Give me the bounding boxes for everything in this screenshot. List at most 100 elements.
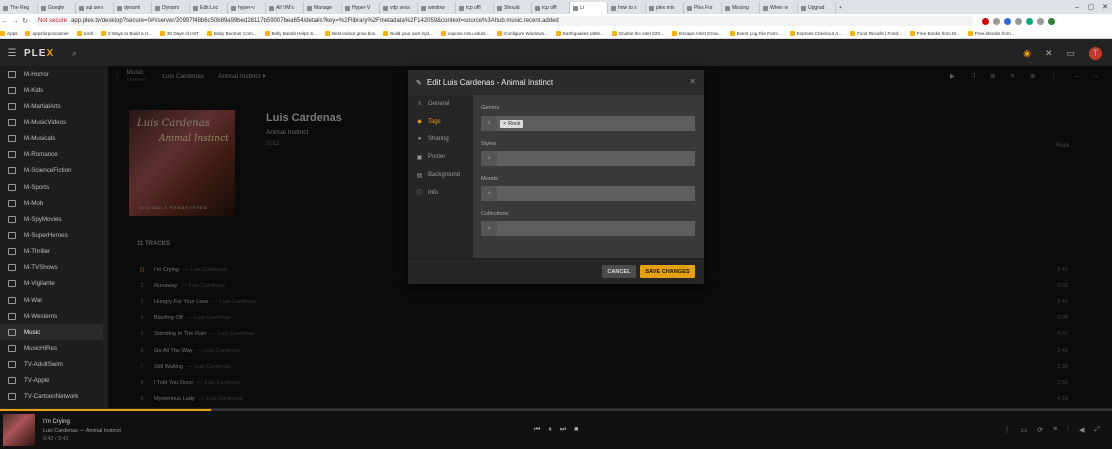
styles-field[interactable]: 🔒︎: [481, 151, 695, 166]
equalizer-icon[interactable]: ⫶: [1067, 426, 1069, 434]
nav-poster[interactable]: ▣ Poster: [408, 148, 473, 166]
now-playing-title[interactable]: I'm Crying: [43, 419, 70, 425]
sidebar-item[interactable]: M-ScienceFiction: [0, 163, 103, 179]
browser-tab[interactable]: dynami: [114, 2, 152, 14]
browser-tab[interactable]: Plex For: [684, 2, 722, 14]
browser-tab[interactable]: Hyper-V: [342, 2, 380, 14]
browser-tab[interactable]: The Reg: [0, 2, 38, 14]
volume-icon[interactable]: ◀︎: [1079, 426, 1084, 434]
sidebar-item[interactable]: TV-Apple: [0, 373, 103, 389]
profile-icon[interactable]: [1048, 17, 1055, 25]
cast-icon[interactable]: ▭: [1066, 48, 1075, 59]
sidebar-item[interactable]: M-Sports: [0, 179, 103, 195]
minimize-icon[interactable]: –: [1070, 0, 1084, 14]
browser-tab[interactable]: All VM's: [266, 2, 304, 14]
bookmark-item[interactable]: Earthquakes rattle...: [555, 30, 604, 36]
browser-tab[interactable]: vdp sess: [380, 2, 418, 14]
sidebar-item[interactable]: M-Kids: [0, 82, 103, 98]
sidebar-item[interactable]: M-Mob: [0, 195, 103, 211]
close-icon[interactable]: ✕: [689, 77, 696, 86]
more-options-icon[interactable]: ⋮: [1004, 426, 1011, 434]
browser-tab[interactable]: Missing: [722, 2, 760, 14]
browser-tab[interactable]: Edit Loc: [190, 2, 228, 14]
bookmark-item[interactable]: Event Log File Form...: [729, 30, 782, 36]
cancel-button[interactable]: CANCEL: [602, 265, 636, 278]
extension-icon[interactable]: [993, 17, 1000, 25]
bookmark-item[interactable]: Food Recalls | Food...: [849, 30, 902, 36]
sidebar-item[interactable]: M-MartialArts: [0, 98, 103, 114]
browser-tab[interactable]: sql serv: [76, 2, 114, 14]
sidebar-item[interactable]: M-SuperHeroes: [0, 227, 103, 243]
search-icon[interactable]: ⌕: [72, 48, 77, 59]
maximize-icon[interactable]: ▢: [1084, 0, 1098, 14]
genres-input[interactable]: × Rock: [497, 116, 695, 131]
genres-field[interactable]: 🔒︎ × Rock: [481, 116, 695, 131]
sidebar-item[interactable]: M-Vigilante: [0, 276, 103, 292]
remove-chip-icon[interactable]: ×: [503, 121, 506, 127]
previous-icon[interactable]: ⏮︎: [534, 426, 540, 434]
browser-tab[interactable]: Google: [38, 2, 76, 14]
lock-icon[interactable]: 🔒︎: [481, 155, 497, 162]
browser-tab[interactable]: Dynami: [152, 2, 190, 14]
sidebar-item[interactable]: M-Thriller: [0, 244, 103, 260]
bookmark-item[interactable]: Baby Boomer Com...: [206, 30, 257, 36]
styles-input[interactable]: [497, 151, 695, 166]
sidebar-item[interactable]: M-SpyMovies: [0, 211, 103, 227]
nav-general[interactable]: ≡ General: [408, 95, 473, 113]
browser-tab[interactable]: tcp offl: [456, 2, 494, 14]
browser-tab[interactable]: Manage: [304, 2, 342, 14]
bookmark-item[interactable]: appsforpcscanner: [25, 30, 69, 36]
genre-chip[interactable]: × Rock: [500, 119, 524, 128]
now-playing-art[interactable]: [3, 414, 35, 446]
bookmark-item[interactable]: 3 Ways to Build a H...: [100, 30, 152, 36]
bookmark-item[interactable]: capone.msu.edu/s...: [440, 30, 489, 36]
bookmark-item[interactable]: tordl: [77, 30, 93, 36]
browser-tab[interactable]: hyper-v: [228, 2, 266, 14]
nav-info[interactable]: ⓘ Info: [408, 184, 473, 202]
extension-icon[interactable]: [1026, 17, 1033, 25]
lock-icon[interactable]: 🔒︎: [481, 225, 497, 232]
sidebar-item[interactable]: M-Musicals: [0, 131, 103, 147]
extension-icon[interactable]: [982, 17, 989, 25]
browser-tab[interactable]: Li: [570, 2, 608, 14]
reload-icon[interactable]: ↻: [20, 17, 30, 25]
not-secure-label[interactable]: Not secure: [38, 18, 67, 24]
save-changes-button[interactable]: SAVE CHANGES: [640, 265, 695, 278]
extension-icon[interactable]: [1015, 17, 1022, 25]
bookmark-item[interactable]: Build your own hyd...: [383, 30, 433, 36]
forward-icon[interactable]: →: [10, 18, 20, 25]
fullscreen-icon[interactable]: ▭: [1021, 426, 1028, 434]
bookmark-item[interactable]: 30 Days of HIIT: [159, 30, 199, 36]
moods-field[interactable]: 🔒︎: [481, 186, 695, 201]
lock-icon[interactable]: 🔒︎: [481, 120, 497, 127]
nav-tags[interactable]: ◆ Tags: [408, 113, 473, 131]
url-input[interactable]: Not secure app.plex.tv/desktop?secure=0#…: [34, 16, 974, 26]
browser-tab[interactable]: window: [418, 2, 456, 14]
bookmark-item[interactable]: Enable the Intel 82S...: [611, 30, 664, 36]
browser-tab[interactable]: plex mix: [646, 2, 684, 14]
sidebar-item[interactable]: MusicHiRes: [0, 340, 103, 356]
bookmark-item[interactable]: Free Books from M...: [909, 30, 960, 36]
moods-input[interactable]: [497, 186, 695, 201]
bookmark-item[interactable]: Belly Bandit Helps S...: [264, 30, 317, 36]
sidebar-item[interactable]: M-Westerns: [0, 308, 103, 324]
browser-tab[interactable]: tcp offl: [532, 2, 570, 14]
bookmark-item[interactable]: Best indoor grow box: [324, 30, 375, 36]
bookmark-item[interactable]: Free ebooks from...: [967, 30, 1015, 36]
bookmark-item[interactable]: Configure Windows...: [497, 30, 548, 36]
bookmark-item[interactable]: Escape Artist Drow...: [672, 30, 722, 36]
extension-icon[interactable]: [1037, 17, 1044, 25]
activity-icon[interactable]: ◉: [1023, 48, 1031, 59]
new-tab-icon[interactable]: +: [836, 2, 874, 14]
sidebar-item[interactable]: M-MusicVideos: [0, 114, 103, 130]
bookmark-item[interactable]: Express Checkout A...: [789, 30, 842, 36]
sidebar-item[interactable]: M-War: [0, 292, 103, 308]
browser-tab[interactable]: When w: [760, 2, 798, 14]
stop-icon[interactable]: ■: [574, 426, 578, 434]
close-window-icon[interactable]: ✕: [1098, 0, 1112, 14]
menu-icon[interactable]: ☰: [0, 48, 24, 59]
now-playing-subtitle[interactable]: Luis Cardenas — Animal Instinct: [43, 428, 121, 434]
collections-field[interactable]: 🔒︎: [481, 221, 695, 236]
sidebar-item[interactable]: M-Romance: [0, 147, 103, 163]
settings-icon[interactable]: ✕: [1045, 48, 1053, 59]
